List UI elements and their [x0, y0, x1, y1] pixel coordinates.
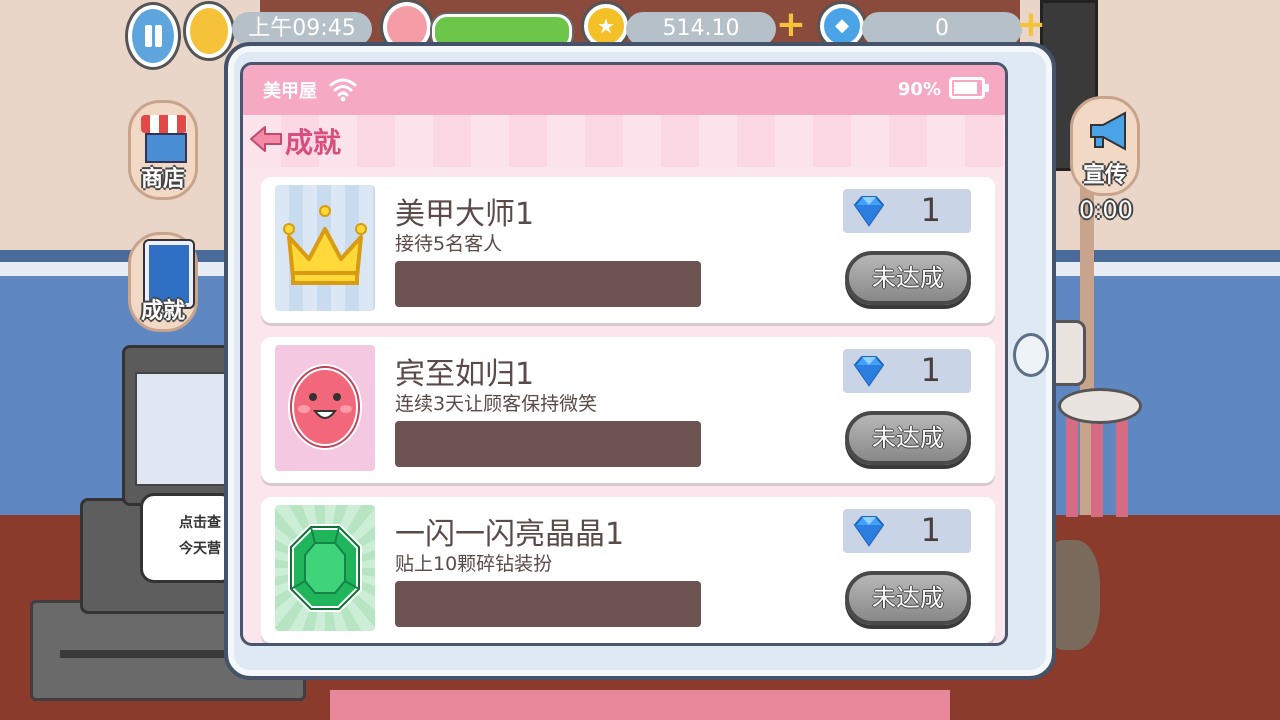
battery-icon: [949, 77, 989, 99]
achievement-name: 宾至如归1: [395, 357, 535, 392]
wifi-icon: [329, 78, 357, 102]
tablet-status-bar: 美甲屋 90%: [243, 65, 1005, 115]
claim-status-button[interactable]: 未达成: [845, 571, 971, 625]
achievements-label: 成就: [140, 299, 185, 324]
shop-icon: [141, 115, 187, 133]
promo-button[interactable]: 宣传: [1070, 96, 1140, 196]
promo-timer: 0:00: [1079, 196, 1133, 224]
reward-amount: 1: [920, 351, 941, 389]
page-title: 成就: [285, 126, 342, 159]
game-time: 上午09:45: [232, 12, 372, 46]
pause-button[interactable]: [128, 5, 178, 67]
claim-status-button[interactable]: 未达成: [845, 251, 971, 305]
clock-icon: [186, 4, 232, 58]
tablet-screen: 美甲屋 90% 成就 美甲大师1 接待5名客人 1 未达成 宾至如归1 连续3天…: [240, 62, 1008, 646]
diamond-icon: [853, 356, 885, 387]
claim-status-button[interactable]: 未达成: [845, 411, 971, 465]
coin-balance: 514.10: [626, 12, 776, 46]
achievement-card: 一闪一闪亮晶晶1 贴上10颗碎钻装扮 1 未达成: [261, 497, 995, 643]
achievement-progress-bar: [395, 421, 701, 467]
achievement-card: 宾至如归1 连续3天让顾客保持微笑 1 未达成: [261, 337, 995, 483]
add-gems-button[interactable]: +: [1014, 7, 1048, 43]
achievements-button[interactable]: 成就: [128, 232, 198, 332]
back-arrow-icon[interactable]: [249, 123, 283, 155]
promo-label: 宣传: [1082, 163, 1127, 188]
achievement-description: 接待5名客人: [395, 233, 503, 255]
shop-label: 商店: [140, 167, 185, 192]
reward-amount: 1: [920, 191, 941, 229]
megaphone-icon: [1090, 111, 1126, 151]
reward-box: 1: [843, 509, 971, 553]
tablet-home-button[interactable]: [1013, 333, 1049, 377]
stool-legs: [1066, 412, 1128, 517]
achievement-progress-bar: [395, 261, 701, 307]
achievement-card: 美甲大师1 接待5名客人 1 未达成: [261, 177, 995, 323]
register-tip-bubble[interactable]: 点击查 今天营: [140, 493, 235, 583]
achievement-progress-bar: [395, 581, 701, 627]
achievement-description: 连续3天让顾客保持微笑: [395, 393, 598, 415]
crown-icon: [275, 185, 375, 311]
battery-percent: 90%: [897, 79, 941, 100]
smiley-icon: [275, 345, 375, 471]
stool: [1058, 388, 1142, 424]
achievement-name: 美甲大师1: [395, 197, 535, 232]
reward-amount: 1: [920, 511, 941, 549]
shop-button[interactable]: 商店: [128, 100, 198, 200]
achievement-list: 美甲大师1 接待5名客人 1 未达成 宾至如归1 连续3天让顾客保持微笑 1 未…: [261, 177, 995, 643]
diamond-icon: [853, 196, 885, 227]
achievement-name: 一闪一闪亮晶晶1: [395, 517, 625, 552]
gem-balance: 0: [862, 12, 1022, 46]
floor-rug: [330, 690, 950, 720]
reward-box: 1: [843, 189, 971, 233]
page-header: 成就: [243, 115, 1005, 167]
diamond-icon: [853, 516, 885, 547]
emerald-icon: [275, 505, 375, 631]
add-coins-button[interactable]: +: [774, 7, 808, 43]
status-app-name: 美甲屋: [263, 81, 317, 102]
achievement-description: 贴上10颗碎钻装扮: [395, 553, 553, 575]
reward-box: 1: [843, 349, 971, 393]
register-screen: [135, 372, 234, 486]
register-tip-text: 点击查 今天营: [179, 515, 221, 557]
